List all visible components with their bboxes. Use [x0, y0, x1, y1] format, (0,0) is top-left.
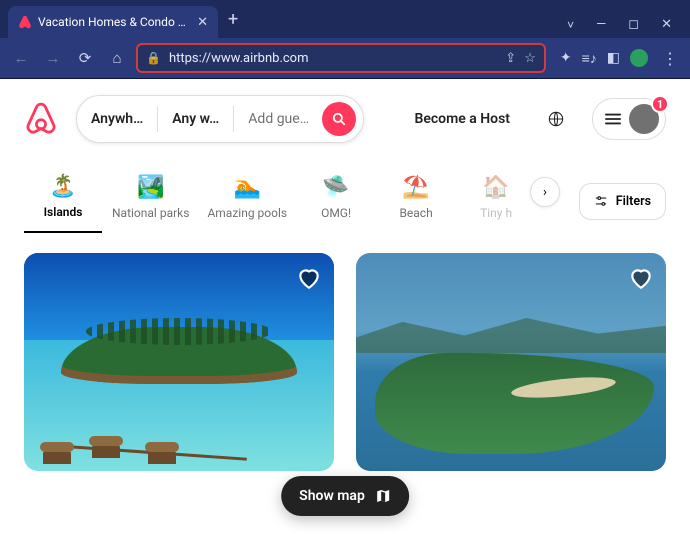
sliders-icon [594, 194, 608, 208]
wishlist-button[interactable] [628, 265, 654, 291]
listing-card[interactable] [356, 253, 666, 471]
category-label: Amazing pools [207, 206, 287, 220]
maximize-icon[interactable]: ◻ [628, 17, 639, 32]
island-icon: 🏝️ [49, 173, 76, 199]
reader-icon[interactable]: ≡♪ [582, 50, 597, 67]
park-icon: 🏞️ [137, 174, 164, 200]
show-map-button[interactable]: Show map [281, 476, 409, 516]
minimize-icon[interactable]: — [596, 17, 606, 32]
user-menu[interactable]: 1 [592, 98, 666, 140]
browser-menu-button[interactable]: ⋮ [658, 49, 682, 68]
category-label: Beach [399, 206, 432, 220]
heart-icon [628, 265, 654, 291]
category-tiny-homes[interactable]: 🏠 Tiny h [457, 170, 535, 232]
category-omg[interactable]: 🛸 OMG! [297, 170, 375, 232]
heart-icon [296, 265, 322, 291]
pool-icon: 🏊 [234, 174, 261, 200]
category-label: Islands [44, 205, 83, 219]
category-label: National parks [112, 206, 189, 220]
url-text: https://www.airbnb.com [169, 51, 497, 66]
category-beach[interactable]: ⛱️ Beach [377, 170, 455, 232]
become-host-link[interactable]: Become a Host [404, 103, 520, 135]
browser-titlebar: Vacation Homes & Condo Rental ✕ + ˅ — ◻ … [0, 0, 690, 38]
language-button[interactable] [538, 101, 574, 137]
address-bar[interactable]: 🔒 https://www.airbnb.com ⇪ ☆ [136, 43, 546, 73]
umbrella-icon: ⛱️ [402, 174, 429, 200]
house-icon: 🏠 [482, 174, 509, 200]
dropdown-icon[interactable]: ˅ [567, 18, 574, 32]
category-islands[interactable]: 🏝️ Islands [24, 169, 102, 233]
search-icon [332, 112, 346, 126]
listing-card[interactable] [24, 253, 334, 471]
tab-title: Vacation Homes & Condo Rental [38, 15, 191, 29]
bookmark-icon[interactable]: ☆ [524, 51, 536, 66]
category-amazing-pools[interactable]: 🏊 Amazing pools [199, 170, 295, 232]
home-button[interactable]: ⌂ [104, 45, 130, 71]
show-map-label: Show map [299, 488, 365, 504]
browser-toolbar: ← → ⟳ ⌂ 🔒 https://www.airbnb.com ⇪ ☆ ✦ ≡… [0, 38, 690, 78]
hamburger-icon [605, 113, 621, 125]
forward-button[interactable]: → [40, 45, 66, 71]
new-tab-button[interactable]: + [218, 9, 248, 30]
globe-icon [548, 111, 564, 127]
lock-icon: 🔒 [146, 51, 161, 65]
wishlist-button[interactable] [296, 265, 322, 291]
extensions-icon[interactable]: ✦ [560, 50, 572, 66]
site-header: Anywh… Any w… Add gue… Become a Host 1 [0, 79, 690, 159]
extensions-area: ✦ ≡♪ ◧ [552, 49, 652, 67]
ufo-icon: 🛸 [322, 174, 349, 200]
close-window-icon[interactable]: ✕ [661, 17, 672, 32]
browser-tab[interactable]: Vacation Homes & Condo Rental ✕ [8, 6, 218, 38]
filters-label: Filters [616, 194, 651, 209]
category-label: Tiny h [480, 206, 512, 220]
reload-button[interactable]: ⟳ [72, 45, 98, 71]
page-viewport: Anywh… Any w… Add gue… Become a Host 1 🏝… [0, 78, 690, 534]
search-button[interactable] [322, 102, 356, 136]
filters-button[interactable]: Filters [579, 183, 666, 220]
categories-next-button[interactable]: › [530, 177, 560, 207]
profile-extension-icon[interactable] [630, 49, 648, 67]
tab-close-icon[interactable]: ✕ [197, 15, 208, 30]
category-label: OMG! [321, 206, 351, 220]
category-national-parks[interactable]: 🏞️ National parks [104, 170, 197, 232]
page-scroll[interactable]: Anywh… Any w… Add gue… Become a Host 1 🏝… [0, 79, 690, 534]
airbnb-favicon-icon [18, 15, 32, 29]
search-when[interactable]: Any w… [158, 111, 233, 127]
window-controls: ˅ — ◻ ✕ [567, 17, 690, 38]
notification-badge: 1 [651, 95, 669, 113]
search-guests[interactable]: Add gue… [234, 111, 315, 127]
airbnb-logo-icon[interactable] [24, 101, 58, 137]
search-where[interactable]: Anywh… [77, 111, 157, 127]
panel-icon[interactable]: ◧ [607, 50, 620, 66]
back-button[interactable]: ← [8, 45, 34, 71]
category-tabs: 🏝️ Islands 🏞️ National parks 🏊 Amazing p… [0, 159, 690, 233]
map-icon [375, 488, 391, 504]
share-icon[interactable]: ⇪ [505, 51, 516, 66]
search-bar: Anywh… Any w… Add gue… [76, 95, 364, 143]
